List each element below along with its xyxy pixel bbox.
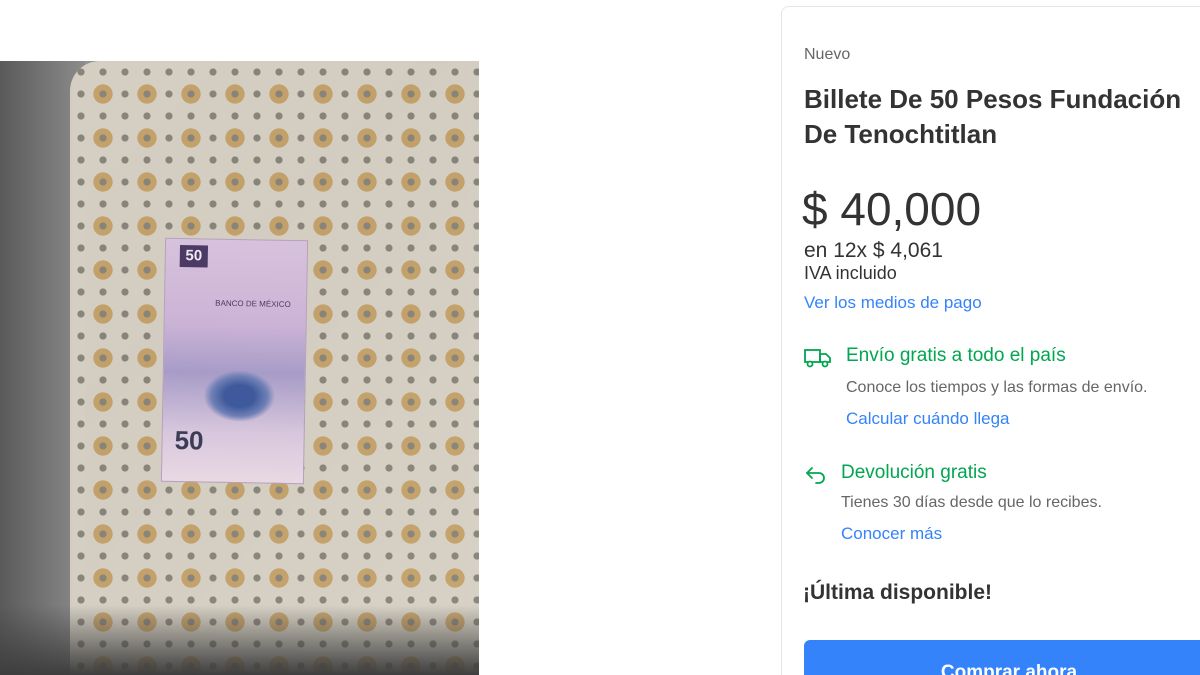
calculate-delivery-link[interactable]: Calcular cuándo llega bbox=[846, 409, 1010, 429]
shipping-subtitle: Conoce los tiempos y las formas de envío… bbox=[846, 379, 1148, 396]
return-arrow-icon bbox=[806, 467, 825, 484]
banknote: 50 BANCO DE MÉXICO 50 bbox=[160, 237, 309, 485]
product-info-panel: Nuevo Billete De 50 Pesos Fundación De T… bbox=[781, 6, 1200, 675]
product-title: Billete De 50 Pesos Fundación De Tenocht… bbox=[804, 84, 1182, 149]
product-image[interactable]: 50 BANCO DE MÉXICO 50 bbox=[0, 61, 479, 675]
shipping-title: Envío gratis a todo el país bbox=[846, 345, 1066, 366]
banknote-denomination-top: 50 bbox=[179, 245, 209, 268]
buy-now-button[interactable]: Comprar ahora bbox=[804, 640, 1200, 675]
banknote-emblem bbox=[202, 369, 276, 423]
product-condition: Nuevo bbox=[804, 46, 851, 63]
banknote-denomination-bottom: 50 bbox=[174, 424, 204, 456]
returns-title: Devolución gratis bbox=[841, 462, 987, 483]
installments-info: en 12x $ 4,061 bbox=[804, 239, 943, 262]
banknote-bank-text: BANCO DE MÉXICO bbox=[215, 298, 291, 309]
photo-shadow bbox=[0, 605, 479, 675]
tax-note: IVA incluido bbox=[804, 263, 897, 283]
returns-subtitle: Tienes 30 días desde que lo recibes. bbox=[841, 494, 1102, 511]
truck-icon bbox=[804, 349, 831, 368]
product-price: $ 40,000 bbox=[802, 183, 982, 235]
learn-more-link[interactable]: Conocer más bbox=[841, 524, 942, 544]
payment-methods-link[interactable]: Ver los medios de pago bbox=[804, 293, 982, 313]
stock-status: ¡Última disponible! bbox=[803, 581, 992, 604]
